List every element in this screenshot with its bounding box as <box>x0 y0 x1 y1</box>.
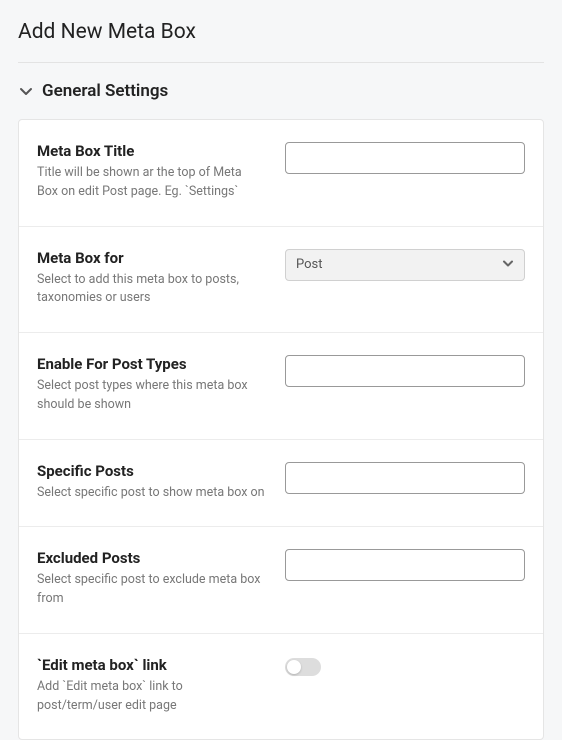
row-edit-meta-box-link: `Edit meta box` link Add `Edit meta box`… <box>19 634 543 740</box>
settings-panel: Meta Box Title Title will be shown ar th… <box>18 119 544 740</box>
input-enable-post-types[interactable] <box>285 355 525 387</box>
row-meta-box-title: Meta Box Title Title will be shown ar th… <box>19 120 543 227</box>
desc-specific-posts: Select specific post to show meta box on <box>37 484 265 503</box>
desc-meta-box-for: Select to add this meta box to posts, ta… <box>37 271 265 309</box>
desc-meta-box-title: Title will be shown ar the top of Meta B… <box>37 164 265 202</box>
chevron-down-icon <box>18 83 34 99</box>
row-enable-post-types: Enable For Post Types Select post types … <box>19 333 543 440</box>
label-specific-posts: Specific Posts <box>37 462 265 480</box>
input-excluded-posts[interactable] <box>285 549 525 581</box>
input-meta-box-title[interactable] <box>285 142 525 174</box>
label-meta-box-for: Meta Box for <box>37 249 265 267</box>
row-specific-posts: Specific Posts Select specific post to s… <box>19 440 543 528</box>
desc-edit-meta-box-link: Add `Edit meta box` link to post/term/us… <box>37 678 265 716</box>
row-excluded-posts: Excluded Posts Select specific post to e… <box>19 527 543 634</box>
desc-enable-post-types: Select post types where this meta box sh… <box>37 377 265 415</box>
input-specific-posts[interactable] <box>285 462 525 494</box>
desc-excluded-posts: Select specific post to exclude meta box… <box>37 571 265 609</box>
toggle-knob <box>287 660 301 674</box>
label-enable-post-types: Enable For Post Types <box>37 355 265 373</box>
label-meta-box-title: Meta Box Title <box>37 142 265 160</box>
label-excluded-posts: Excluded Posts <box>37 549 265 567</box>
section-title: General Settings <box>42 81 168 101</box>
label-edit-meta-box-link: `Edit meta box` link <box>37 656 265 674</box>
toggle-edit-meta-box-link[interactable] <box>285 658 321 676</box>
select-meta-box-for[interactable]: Post <box>285 249 525 281</box>
page-title: Add New Meta Box <box>0 0 562 62</box>
row-meta-box-for: Meta Box for Select to add this meta box… <box>19 227 543 334</box>
section-header-general[interactable]: General Settings <box>0 63 562 119</box>
